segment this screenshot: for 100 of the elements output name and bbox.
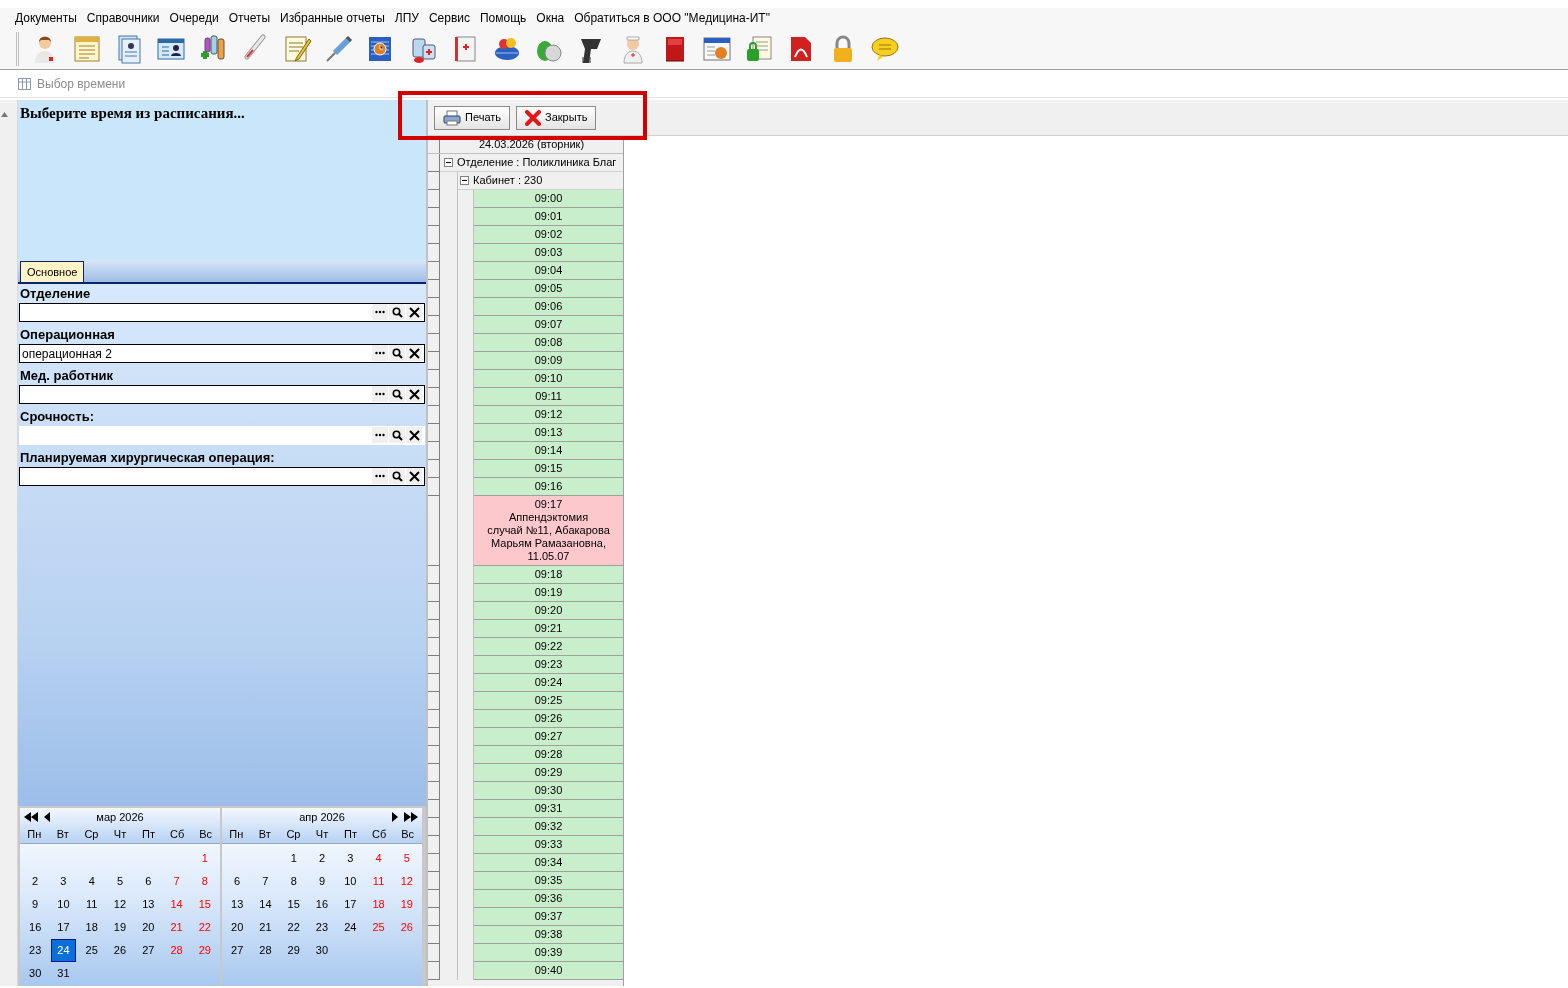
time-slot[interactable]: 09:26 xyxy=(474,710,623,728)
collapse-button[interactable] xyxy=(460,176,469,185)
calendar-day[interactable]: 20 xyxy=(134,916,163,939)
time-slot[interactable]: 09:09 xyxy=(474,352,623,370)
calendar-day[interactable]: 22 xyxy=(279,916,308,939)
calendar-day[interactable]: 24 xyxy=(51,939,76,962)
menu-item[interactable]: ЛПУ xyxy=(389,9,424,27)
menu-item[interactable]: Помощь xyxy=(475,9,532,27)
time-slot[interactable]: 09:06 xyxy=(474,298,623,316)
calendar-day[interactable]: 7 xyxy=(251,870,280,893)
calendar-day[interactable]: 6 xyxy=(223,870,252,893)
row-header[interactable] xyxy=(428,262,440,280)
calendar-day[interactable]: 5 xyxy=(105,870,135,893)
row-header[interactable] xyxy=(428,710,440,728)
calendar-day[interactable]: 4 xyxy=(364,847,393,870)
row-header[interactable] xyxy=(428,746,440,764)
menu-item[interactable]: Очереди xyxy=(164,9,224,27)
more-button[interactable] xyxy=(372,345,388,361)
row-header[interactable] xyxy=(428,854,440,872)
lookup-field[interactable] xyxy=(19,303,425,322)
row-header[interactable] xyxy=(428,352,440,370)
previous-month-button[interactable] xyxy=(44,812,50,822)
row-header[interactable] xyxy=(428,298,440,316)
calendar-day[interactable]: 27 xyxy=(223,939,252,962)
row-header[interactable] xyxy=(428,334,440,352)
calendar-day[interactable]: 12 xyxy=(105,893,135,916)
time-slot[interactable]: 09:01 xyxy=(474,208,623,226)
time-slot[interactable]: 09:19 xyxy=(474,584,623,602)
row-header[interactable] xyxy=(428,782,440,800)
time-slot[interactable]: 09:21 xyxy=(474,620,623,638)
row-header[interactable] xyxy=(428,602,440,620)
row-header[interactable] xyxy=(428,442,440,460)
row-header[interactable] xyxy=(428,872,440,890)
time-slot[interactable]: 09:04 xyxy=(474,262,623,280)
calendar-day[interactable]: 26 xyxy=(105,939,135,962)
time-slot[interactable]: 09:30 xyxy=(474,782,623,800)
row-header[interactable] xyxy=(428,316,440,334)
calendar-day[interactable]: 9 xyxy=(307,870,337,893)
time-slot[interactable]: 09:22 xyxy=(474,638,623,656)
clear-button[interactable] xyxy=(406,468,422,484)
row-header[interactable] xyxy=(428,208,440,226)
time-slot[interactable]: 09:38 xyxy=(474,926,623,944)
previous-year-button[interactable] xyxy=(24,812,38,822)
calendar-day[interactable]: 30 xyxy=(21,962,50,985)
menu-item[interactable]: Избранные отчеты xyxy=(275,9,390,27)
search-button[interactable] xyxy=(389,386,405,402)
row-header[interactable] xyxy=(428,836,440,854)
row-header[interactable] xyxy=(428,908,440,926)
row-header[interactable] xyxy=(428,190,440,208)
time-slot[interactable]: 09:39 xyxy=(474,944,623,962)
collapse-button[interactable] xyxy=(444,158,453,167)
calendar-day[interactable]: 19 xyxy=(105,916,135,939)
time-slot[interactable]: 09:25 xyxy=(474,692,623,710)
calendar-day[interactable]: 4 xyxy=(77,870,106,893)
menu-item[interactable]: Документы xyxy=(10,9,82,27)
time-slot[interactable]: 09:27 xyxy=(474,728,623,746)
time-slot[interactable]: 09:16 xyxy=(474,478,623,496)
row-header[interactable] xyxy=(428,370,440,388)
time-slot[interactable]: 09:40 xyxy=(474,962,623,980)
search-button[interactable] xyxy=(389,345,405,361)
calendar-day[interactable]: 10 xyxy=(336,870,365,893)
more-button[interactable] xyxy=(372,386,388,402)
calendar-day[interactable]: 2 xyxy=(307,847,337,870)
booked-slot[interactable]: 09:17 Аппендэктомия случай №11, Абакарова Марьям Рамазановна, 11.05.07 xyxy=(474,496,623,566)
calendar-day[interactable]: 17 xyxy=(49,916,78,939)
row-header[interactable] xyxy=(428,460,440,478)
lookup-field[interactable] xyxy=(19,385,425,404)
calendar-day[interactable]: 15 xyxy=(279,893,308,916)
row-header[interactable] xyxy=(428,638,440,656)
more-button[interactable] xyxy=(372,468,388,484)
close-button[interactable]: Закрыть xyxy=(516,105,597,130)
time-slot[interactable]: 09:32 xyxy=(474,818,623,836)
scroll-up-icon[interactable] xyxy=(1,112,8,117)
time-slot[interactable]: 09:31 xyxy=(474,800,623,818)
time-slot[interactable]: 09:13 xyxy=(474,424,623,442)
menu-item[interactable]: Сервис xyxy=(423,9,475,27)
calendar-day[interactable]: 3 xyxy=(49,870,78,893)
calendar-day[interactable]: 8 xyxy=(279,870,308,893)
lookup-field[interactable]: операционная 2 xyxy=(19,344,425,363)
time-slot[interactable]: 09:18 xyxy=(474,566,623,584)
row-header[interactable] xyxy=(428,764,440,782)
menu-item[interactable]: Обратиться в ООО "Медицина-ИТ" xyxy=(569,9,775,27)
row-header[interactable] xyxy=(428,406,440,424)
lookup-field[interactable] xyxy=(19,467,425,486)
next-year-button[interactable] xyxy=(404,812,418,822)
row-header[interactable] xyxy=(428,496,440,566)
time-slot[interactable]: 09:34 xyxy=(474,854,623,872)
calendar-day[interactable]: 20 xyxy=(223,916,252,939)
row-header[interactable] xyxy=(428,566,440,584)
time-slot[interactable]: 09:02 xyxy=(474,226,623,244)
calendar-day[interactable]: 3 xyxy=(336,847,365,870)
row-header[interactable] xyxy=(428,424,440,442)
time-slot[interactable]: 09:36 xyxy=(474,890,623,908)
clear-button[interactable] xyxy=(406,345,422,361)
time-slot[interactable]: 09:37 xyxy=(474,908,623,926)
calendar-day[interactable]: 14 xyxy=(251,893,280,916)
calendar-day[interactable]: 13 xyxy=(134,893,163,916)
calendar-day[interactable]: 9 xyxy=(21,893,50,916)
row-header[interactable] xyxy=(428,926,440,944)
calendar-day[interactable]: 30 xyxy=(307,939,337,962)
